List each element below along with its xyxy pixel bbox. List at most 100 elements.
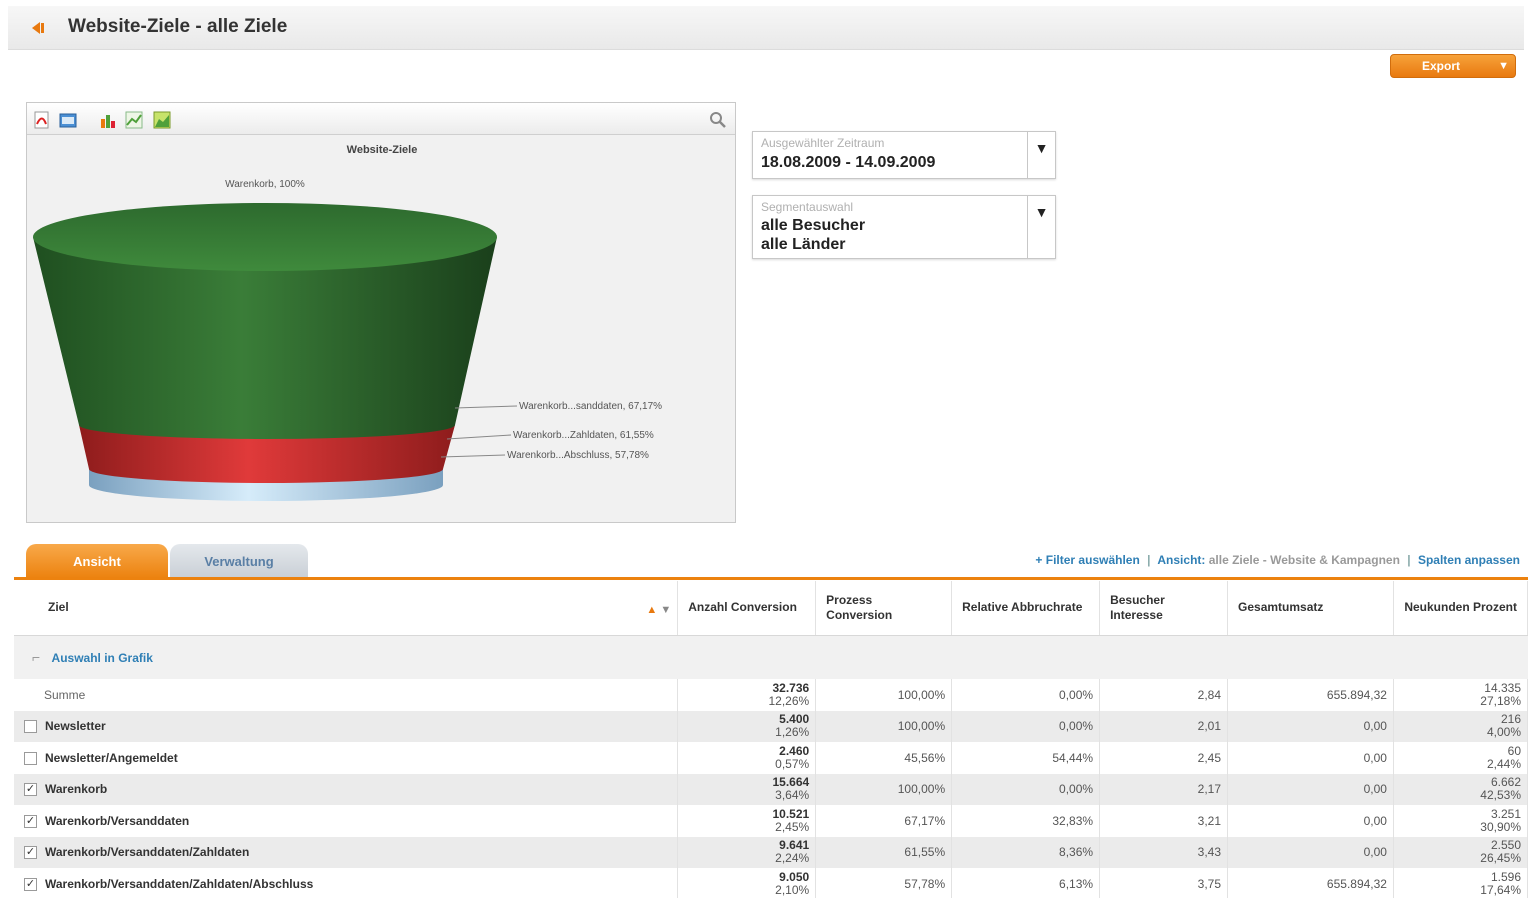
row-prozess: 45,56%: [815, 742, 953, 774]
line-chart-icon[interactable]: [125, 111, 143, 129]
row-anzahl: 9.050 2,10%: [677, 868, 817, 898]
segment-value-visitors: alle Besucher: [761, 217, 866, 234]
tab-ansicht[interactable]: Ansicht: [26, 544, 168, 578]
chart-title: Website-Ziele: [347, 144, 418, 156]
chart-toolbar: [27, 103, 735, 135]
pdf-icon[interactable]: [33, 111, 51, 129]
bar-chart-icon[interactable]: [99, 111, 117, 129]
row-name: Warenkorb: [45, 782, 108, 797]
col-ziel-label: Ziel: [48, 600, 69, 615]
sum-row: Summe 32.736 12,26% 100,00% 0,00% 2,84 65…: [14, 679, 1528, 711]
funnel-chart: Website-Ziele Warenkorb, 100% Warenkorb.…: [33, 144, 662, 501]
table-row: ✓ Warenkorb/Versanddaten 10.521 2,45% 67,1…: [14, 805, 1528, 837]
row-umsatz: 0,00: [1227, 773, 1394, 805]
row-neukunden: 1.596 17,64%: [1393, 868, 1528, 898]
sort-asc-icon[interactable]: ▲: [646, 604, 657, 616]
row-checkbox[interactable]: [24, 751, 37, 765]
view-link[interactable]: Ansicht: alle Ziele - Website & Kampagne…: [1157, 553, 1400, 567]
col-ziel[interactable]: Ziel ▲ ▼: [14, 581, 679, 636]
sum-label: Summe: [14, 679, 679, 711]
sort-icons[interactable]: ▲ ▼: [646, 603, 671, 618]
segment-value-countries: alle Länder: [761, 236, 846, 253]
col-relative[interactable]: Relative Abbruchrate: [951, 581, 1101, 636]
row-anzahl: 9.641 2,24%: [677, 836, 817, 868]
back-arrow-icon[interactable]: [28, 18, 48, 38]
row-prozess: 100,00%: [815, 710, 953, 742]
funnel-top: [33, 203, 497, 271]
chevron-down-icon[interactable]: ▼: [1027, 132, 1055, 178]
row-besucher: 2,01: [1099, 710, 1229, 742]
funnel-label-abschluss: Warenkorb...Abschluss, 57,78%: [507, 450, 649, 461]
row-neukunden: 216 4,00%: [1393, 710, 1528, 742]
row-name: Newsletter/Angemeldet: [45, 750, 178, 765]
funnel-label-zahldaten: Warenkorb...Zahldaten, 61,55%: [513, 430, 654, 441]
row-anzahl: 10.521 2,45%: [677, 805, 817, 837]
columns-link[interactable]: Spalten anpassen: [1418, 553, 1520, 567]
row-umsatz: 0,00: [1227, 710, 1394, 742]
col-prozess[interactable]: Prozess Conversion: [815, 581, 953, 636]
row-besucher: 3,21: [1099, 805, 1229, 837]
row-neukunden: 6.662 42,53%: [1393, 773, 1528, 805]
row-checkbox[interactable]: ✓: [24, 846, 37, 860]
row-umsatz: 655.894,32: [1227, 868, 1394, 898]
area-chart-icon[interactable]: [153, 111, 171, 129]
row-relative: 32,83%: [951, 805, 1101, 837]
funnel-label-top: Warenkorb, 100%: [225, 179, 305, 190]
row-besucher: 3,43: [1099, 836, 1229, 868]
view-prefix: Ansicht:: [1157, 553, 1206, 567]
row-relative: 54,44%: [951, 742, 1101, 774]
view-value: alle Ziele - Website & Kampagnen: [1208, 553, 1400, 567]
col-umsatz[interactable]: Gesamtumsatz: [1227, 581, 1394, 636]
export-label: Export: [1421, 59, 1460, 73]
tab-verwaltung[interactable]: Verwaltung: [170, 544, 308, 578]
row-umsatz: 0,00: [1227, 805, 1394, 837]
image-icon[interactable]: [59, 111, 77, 129]
row-neukunden: 60 2,44%: [1393, 742, 1528, 774]
col-neukunden[interactable]: Neukunden Prozent: [1393, 581, 1528, 636]
row-besucher: 2,45: [1099, 742, 1229, 774]
table-row: ✓ Warenkorb 15.664 3,64% 100,00% 0,00% 2,1…: [14, 773, 1528, 805]
goals-table: Ziel ▲ ▼ Anzahl Conversion Prozess Conve…: [14, 581, 1528, 898]
period-value: 18.08.2009 - 14.09.2009: [761, 154, 936, 171]
sum-relative: 0,00%: [951, 679, 1101, 711]
sum-neukunden: 14.335 27,18%: [1393, 679, 1528, 711]
row-besucher: 2,17: [1099, 773, 1229, 805]
tab-underline: [14, 577, 1528, 580]
filter-select-link[interactable]: + Filter auswählen: [1035, 553, 1139, 567]
row-checkbox[interactable]: ✓: [24, 783, 37, 797]
table-row: Newsletter/Angemeldet 2.460 0,57% 45,56% …: [14, 742, 1528, 774]
period-select[interactable]: Ausgewählter Zeitraum 18.08.2009 - 14.09…: [752, 131, 1056, 179]
row-umsatz: 0,00: [1227, 836, 1394, 868]
row-prozess: 100,00%: [815, 773, 953, 805]
chevron-down-icon[interactable]: ▼: [1027, 196, 1055, 258]
export-button[interactable]: Export ▼: [1390, 54, 1516, 78]
row-name: Warenkorb/Versanddaten/Zahldaten/Abschlu…: [45, 876, 314, 891]
row-prozess: 67,17%: [815, 805, 953, 837]
row-checkbox[interactable]: ✓: [24, 877, 37, 891]
row-anzahl: 2.460 0,57%: [677, 742, 817, 774]
chart-panel: Website-Ziele Warenkorb, 100% Warenkorb.…: [26, 102, 736, 523]
segment-select[interactable]: Segmentauswahl alle Besucher alle Länder…: [752, 195, 1056, 259]
group-label[interactable]: Auswahl in Grafik: [52, 651, 153, 665]
row-relative: 0,00%: [951, 773, 1101, 805]
filter-links: + Filter auswählen | Ansicht: alle Ziele…: [1035, 553, 1520, 567]
row-relative: 6,13%: [951, 868, 1101, 898]
sum-prozess: 100,00%: [815, 679, 953, 711]
row-umsatz: 0,00: [1227, 742, 1394, 774]
row-prozess: 61,55%: [815, 836, 953, 868]
group-row: ⌐ Auswahl in Grafik: [14, 635, 1528, 679]
row-checkbox[interactable]: [24, 720, 37, 734]
segment-label: Segmentauswahl: [761, 200, 854, 214]
row-name: Warenkorb/Versanddaten/Zahldaten: [45, 845, 250, 860]
magnify-icon[interactable]: [709, 111, 727, 129]
sort-desc-icon[interactable]: ▼: [660, 604, 671, 616]
col-besucher[interactable]: Besucher Interesse: [1099, 581, 1229, 636]
col-anzahl[interactable]: Anzahl Conversion: [677, 581, 817, 636]
row-checkbox[interactable]: ✓: [24, 814, 37, 828]
row-neukunden: 2.550 26,45%: [1393, 836, 1528, 868]
chevron-down-icon[interactable]: ▼: [1498, 60, 1509, 72]
table-row: ✓ Warenkorb/Versanddaten/Zahldaten/Abschl…: [14, 868, 1528, 898]
row-prozess: 57,78%: [815, 868, 953, 898]
page-title: Website-Ziele - alle Ziele: [68, 16, 288, 37]
sum-umsatz: 655.894,32: [1227, 679, 1394, 711]
